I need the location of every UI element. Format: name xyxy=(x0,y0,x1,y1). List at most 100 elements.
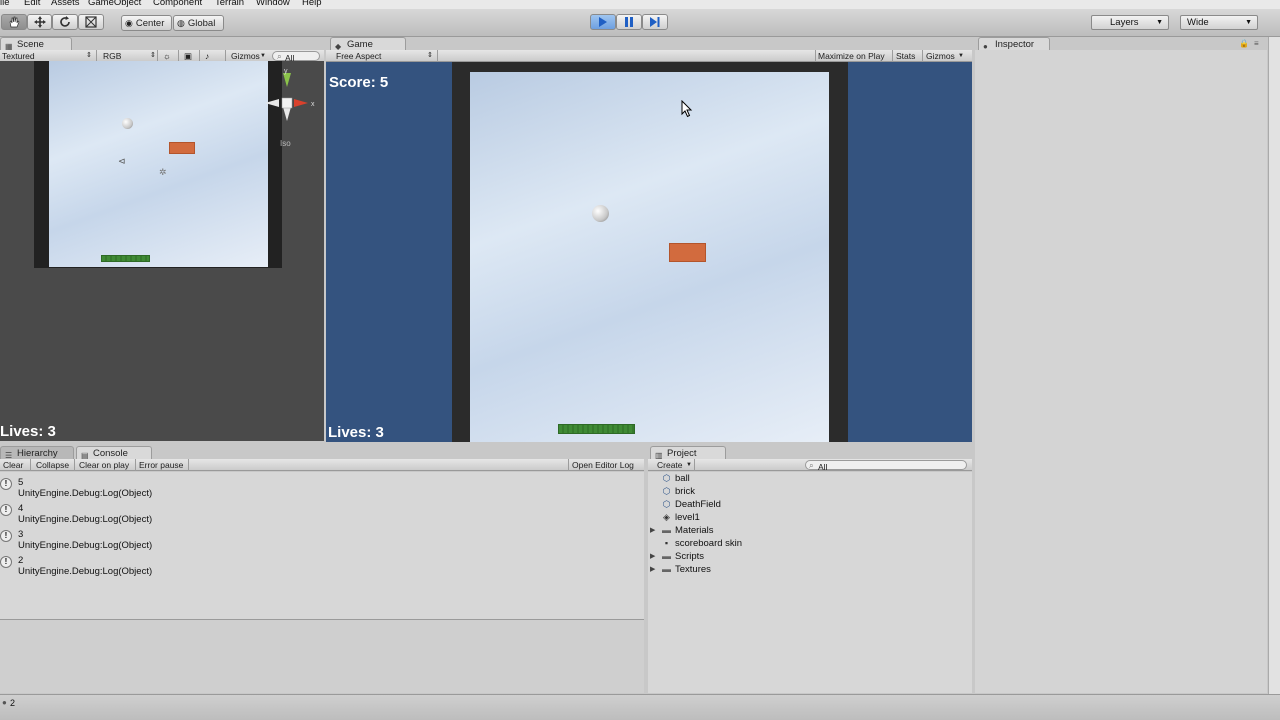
project-item-label: Materials xyxy=(675,525,714,536)
tab-game[interactable]: ◆ Game xyxy=(330,37,406,51)
pivot-global-button[interactable]: ◍ Global xyxy=(173,15,224,31)
scale-icon xyxy=(85,16,97,28)
dropdown-arrow-icon: ⇕ xyxy=(427,52,433,59)
toolbar: ◉ Center ◍ Global Layers ▼ Wide ▼ xyxy=(0,9,1280,37)
project-item-label: scoreboard skin xyxy=(675,538,743,549)
project-item-label: Textures xyxy=(675,564,711,575)
tab-console[interactable]: ▤ Console xyxy=(76,446,152,460)
menu-assets[interactable]: Assets xyxy=(51,0,80,8)
tab-project[interactable]: ▥ Project xyxy=(650,446,726,460)
status-info-icon: ● xyxy=(2,698,7,707)
project-item-label: ball xyxy=(675,473,690,484)
menu-help[interactable]: Help xyxy=(302,0,322,8)
score-text: Score: 5 xyxy=(329,74,389,91)
play-icon xyxy=(599,17,607,27)
lock-icon[interactable]: 🔒 xyxy=(1239,39,1249,48)
project-item-scoreboard-skin[interactable]: ▪ scoreboard skin xyxy=(661,537,742,550)
console-entry[interactable]: ! 2 UnityEngine.Debug:Log(Object) xyxy=(0,553,644,578)
expand-arrow-icon[interactable]: ▶ xyxy=(650,550,655,563)
console-entry-value: 4 xyxy=(18,503,24,514)
scene-viewport[interactable]: ⊲ ✲ y x Iso Lives: 3 xyxy=(0,61,324,441)
project-create-dropdown[interactable]: Create xyxy=(657,459,683,471)
menu-window[interactable]: Window xyxy=(256,0,290,8)
project-item-materials[interactable]: ▶ ▬ Materials xyxy=(650,524,714,537)
tab-scene[interactable]: ▦ Scene xyxy=(0,37,72,51)
menu-component[interactable]: Component xyxy=(153,0,202,8)
console-entry-value: 2 xyxy=(18,555,24,566)
mouse-cursor-icon xyxy=(681,100,693,118)
project-item-label: Scripts xyxy=(675,551,705,562)
hand-tool-button[interactable] xyxy=(1,14,27,30)
console-clear-on-play-button[interactable]: Clear on play xyxy=(79,459,129,471)
console-clear-button[interactable]: Clear xyxy=(3,459,23,471)
console-entry[interactable]: ! 4 UnityEngine.Debug:Log(Object) xyxy=(0,501,644,526)
console-entry-message: UnityEngine.Debug:Log(Object) xyxy=(18,566,153,577)
expand-arrow-icon[interactable]: ▶ xyxy=(650,563,655,576)
move-tool-button[interactable] xyxy=(27,14,52,30)
layout-dropdown[interactable]: Wide ▼ xyxy=(1180,15,1258,30)
menu-terrain[interactable]: Terrain xyxy=(215,0,244,8)
status-text[interactable]: 2 xyxy=(10,698,15,708)
step-icon xyxy=(650,17,660,27)
expand-arrow-icon[interactable]: ▶ xyxy=(650,524,655,537)
project-item-ball[interactable]: ⬡ ball xyxy=(661,472,690,485)
pivot-center-button[interactable]: ◉ Center xyxy=(121,15,172,31)
step-button[interactable] xyxy=(642,14,668,30)
console-error-pause-button[interactable]: Error pause xyxy=(139,459,183,471)
layout-label: Wide xyxy=(1187,17,1209,28)
menu-gameobject[interactable]: GameObject xyxy=(88,0,141,8)
game-viewport[interactable]: Score: 5 Lives: 3 xyxy=(326,62,972,442)
info-message-icon: ! xyxy=(0,530,12,542)
dropdown-arrow-icon: ▼ xyxy=(1156,19,1163,26)
console-detail-area[interactable] xyxy=(0,619,644,693)
console-entry-value: 3 xyxy=(18,529,24,540)
prefab-icon: ⬡ xyxy=(662,499,671,509)
pivot-center-label: Center xyxy=(135,17,165,29)
game-toolbar: Free Aspect ⇕ Maximize on Play Stats Giz… xyxy=(326,50,972,62)
open-editor-log-button[interactable]: Open Editor Log xyxy=(572,459,634,471)
menu-file[interactable]: ile xyxy=(0,0,10,8)
console-entry[interactable]: ! 5 UnityEngine.Debug:Log(Object) xyxy=(0,475,644,500)
scene-ball[interactable] xyxy=(122,118,133,129)
info-message-icon: ! xyxy=(0,504,12,516)
scene-paddle[interactable] xyxy=(101,255,150,262)
project-item-level1[interactable]: ◈ level1 xyxy=(661,511,700,524)
panel-menu-icon[interactable]: ≡ xyxy=(1254,39,1259,48)
prefab-icon: ⬡ xyxy=(662,486,671,496)
project-item-textures[interactable]: ▶ ▬ Textures xyxy=(650,563,711,576)
iso-label[interactable]: Iso xyxy=(280,139,291,148)
light-gizmo-icon: ✲ xyxy=(159,167,167,177)
project-item-scripts[interactable]: ▶ ▬ Scripts xyxy=(650,550,705,563)
dropdown-arrow-icon: ▼ xyxy=(1245,19,1252,26)
project-asset-list: ⬡ ball ⬡ brick ⬡ DeathField ◈ level1 ▶ ▬ Mater… xyxy=(648,472,972,693)
play-button[interactable] xyxy=(590,14,616,30)
scene-brick[interactable] xyxy=(169,142,195,154)
tab-hierarchy[interactable]: ☰ Hierarchy xyxy=(0,446,74,460)
scene-background: ⊲ ✲ xyxy=(49,61,268,267)
console-collapse-button[interactable]: Collapse xyxy=(36,459,69,471)
camera-gizmo-icon: ⊲ xyxy=(118,156,126,166)
project-search-input[interactable]: All xyxy=(805,460,967,472)
project-item-brick[interactable]: ⬡ brick xyxy=(661,485,696,498)
orientation-gizmo[interactable]: y x xyxy=(264,69,320,129)
pause-button[interactable] xyxy=(616,14,642,30)
layers-dropdown[interactable]: Layers ▼ xyxy=(1091,15,1169,30)
console-entry[interactable]: ! 3 UnityEngine.Debug:Log(Object) xyxy=(0,527,644,552)
menu-bar: ile Edit Assets GameObject Component Ter… xyxy=(0,0,1280,9)
move-arrows-icon xyxy=(33,16,46,28)
rotate-tool-button[interactable] xyxy=(52,14,78,30)
console-entry-message: UnityEngine.Debug:Log(Object) xyxy=(18,514,153,525)
status-bar: ● 2 xyxy=(0,694,1280,720)
tab-inspector[interactable]: ● Inspector xyxy=(978,37,1050,51)
maximize-on-play-toggle[interactable]: Maximize on Play xyxy=(818,50,885,62)
aspect-dropdown[interactable]: Free Aspect xyxy=(336,50,381,62)
info-message-icon: ! xyxy=(0,478,12,490)
stats-toggle[interactable]: Stats xyxy=(896,50,915,62)
game-gizmos-toggle[interactable]: Gizmos xyxy=(926,50,955,62)
scale-tool-button[interactable] xyxy=(78,14,104,30)
project-item-label: DeathField xyxy=(675,499,721,510)
project-item-deathfield[interactable]: ⬡ DeathField xyxy=(661,498,721,511)
inspector-panel xyxy=(975,50,1267,693)
menu-edit[interactable]: Edit xyxy=(24,0,40,8)
folder-icon: ▬ xyxy=(662,525,671,535)
